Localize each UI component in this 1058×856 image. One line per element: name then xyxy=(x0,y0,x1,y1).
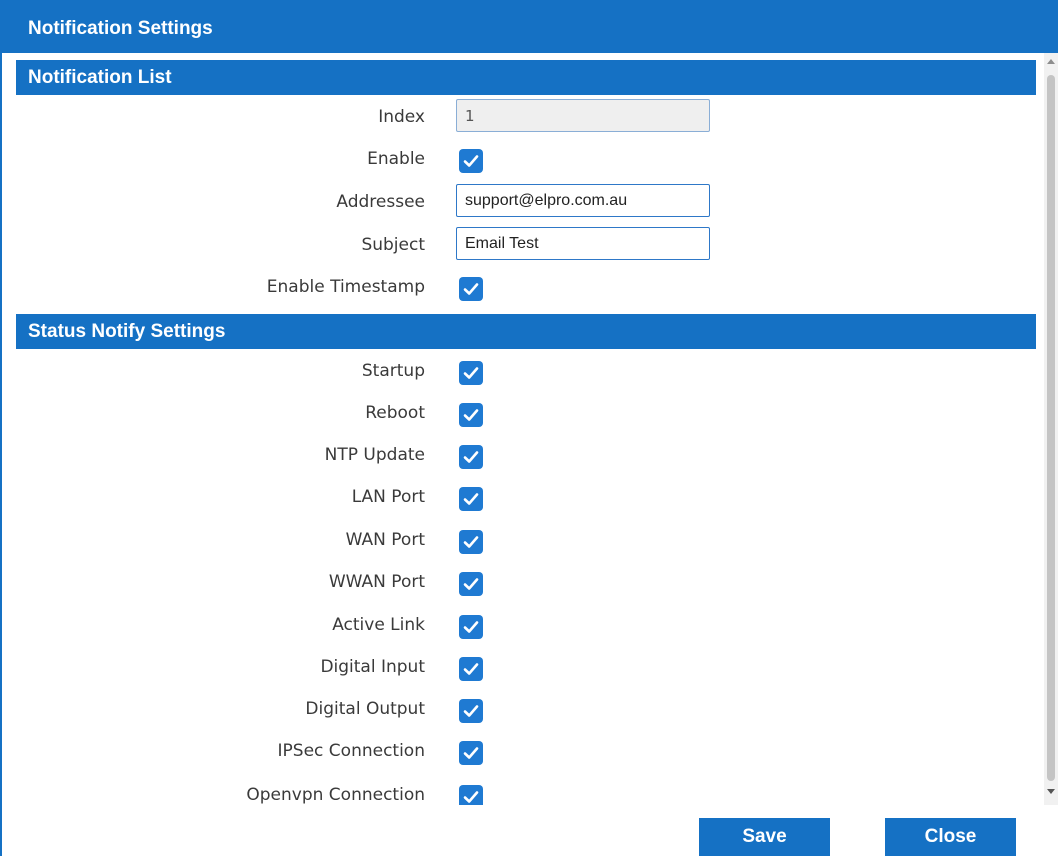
checkmark-icon xyxy=(463,621,479,633)
addressee-label: Addressee xyxy=(336,192,425,212)
index-row: Index xyxy=(0,97,1040,139)
status-row-lan-port: LAN Port xyxy=(0,477,1040,519)
status-row-ntp-update: NTP Update xyxy=(0,435,1040,477)
scroll-down-arrow-icon[interactable] xyxy=(1047,789,1055,794)
scrollbar-thumb[interactable] xyxy=(1047,75,1055,781)
vertical-scrollbar[interactable] xyxy=(1044,53,1058,805)
status-label: Reboot xyxy=(365,403,425,423)
close-button[interactable]: Close xyxy=(885,818,1016,856)
ipsec-connection-checkbox[interactable] xyxy=(459,741,483,765)
addressee-row: Addressee xyxy=(0,182,1040,224)
subject-label: Subject xyxy=(361,235,425,255)
status-label: LAN Port xyxy=(351,487,425,507)
startup-checkbox[interactable] xyxy=(459,361,483,385)
dialog-content: Notification List Index Enable Addressee… xyxy=(0,53,1058,805)
enable-row: Enable xyxy=(0,139,1040,181)
notification-settings-dialog: Notification Settings Notification List … xyxy=(0,0,1058,856)
enable-timestamp-label: Enable Timestamp xyxy=(266,277,425,297)
status-row-reboot: Reboot xyxy=(0,393,1040,435)
subject-field[interactable] xyxy=(456,227,710,260)
status-label: Active Link xyxy=(332,615,425,635)
status-row-wwan-port: WWAN Port xyxy=(0,562,1040,604)
checkmark-icon xyxy=(463,791,479,803)
ntp-update-checkbox[interactable] xyxy=(459,445,483,469)
status-row-ipsec-connection: IPSec Connection xyxy=(0,731,1040,773)
save-button[interactable]: Save xyxy=(699,818,830,856)
checkmark-icon xyxy=(463,451,479,463)
status-label: Digital Output xyxy=(305,699,425,719)
status-label: WAN Port xyxy=(345,530,425,550)
status-label: IPSec Connection xyxy=(277,741,425,761)
status-notify-header: Status Notify Settings xyxy=(16,314,1036,349)
checkmark-icon xyxy=(463,663,479,675)
status-label: Startup xyxy=(361,361,425,381)
checkmark-icon xyxy=(463,536,479,548)
status-row-openvpn-connection: Openvpn Connection xyxy=(0,775,1040,805)
status-label: WWAN Port xyxy=(328,572,425,592)
status-row-active-link: Active Link xyxy=(0,605,1040,647)
enable-timestamp-checkbox[interactable] xyxy=(459,277,483,301)
status-row-startup: Startup xyxy=(0,351,1040,393)
checkmark-icon xyxy=(463,409,479,421)
scroll-up-arrow-icon[interactable] xyxy=(1047,59,1055,64)
status-label: NTP Update xyxy=(324,445,425,465)
status-notify-title: Status Notify Settings xyxy=(28,321,226,342)
addressee-field[interactable] xyxy=(456,184,710,217)
digital-output-checkbox[interactable] xyxy=(459,699,483,723)
checkmark-icon xyxy=(463,283,479,295)
wan-port-checkbox[interactable] xyxy=(459,530,483,554)
checkmark-icon xyxy=(463,367,479,379)
checkmark-icon xyxy=(463,705,479,717)
status-label: Openvpn Connection xyxy=(246,785,425,805)
dialog-title: Notification Settings xyxy=(28,18,213,39)
status-row-digital-input: Digital Input xyxy=(0,647,1040,689)
openvpn-connection-checkbox[interactable] xyxy=(459,785,483,805)
status-label: Digital Input xyxy=(320,657,425,677)
enable-timestamp-row: Enable Timestamp xyxy=(0,267,1040,309)
reboot-checkbox[interactable] xyxy=(459,403,483,427)
wwan-port-checkbox[interactable] xyxy=(459,572,483,596)
checkmark-icon xyxy=(463,155,479,167)
index-label: Index xyxy=(378,107,425,127)
status-row-digital-output: Digital Output xyxy=(0,689,1040,731)
active-link-checkbox[interactable] xyxy=(459,615,483,639)
dialog-titlebar[interactable]: Notification Settings xyxy=(0,0,1058,53)
checkmark-icon xyxy=(463,747,479,759)
notification-list-header: Notification List xyxy=(16,60,1036,95)
subject-row: Subject xyxy=(0,225,1040,267)
enable-checkbox[interactable] xyxy=(459,149,483,173)
lan-port-checkbox[interactable] xyxy=(459,487,483,511)
digital-input-checkbox[interactable] xyxy=(459,657,483,681)
notification-list-title: Notification List xyxy=(28,67,172,88)
dialog-left-border xyxy=(0,0,2,856)
checkmark-icon xyxy=(463,578,479,590)
enable-label: Enable xyxy=(367,149,425,169)
index-field xyxy=(456,99,710,132)
status-row-wan-port: WAN Port xyxy=(0,520,1040,562)
checkmark-icon xyxy=(463,493,479,505)
